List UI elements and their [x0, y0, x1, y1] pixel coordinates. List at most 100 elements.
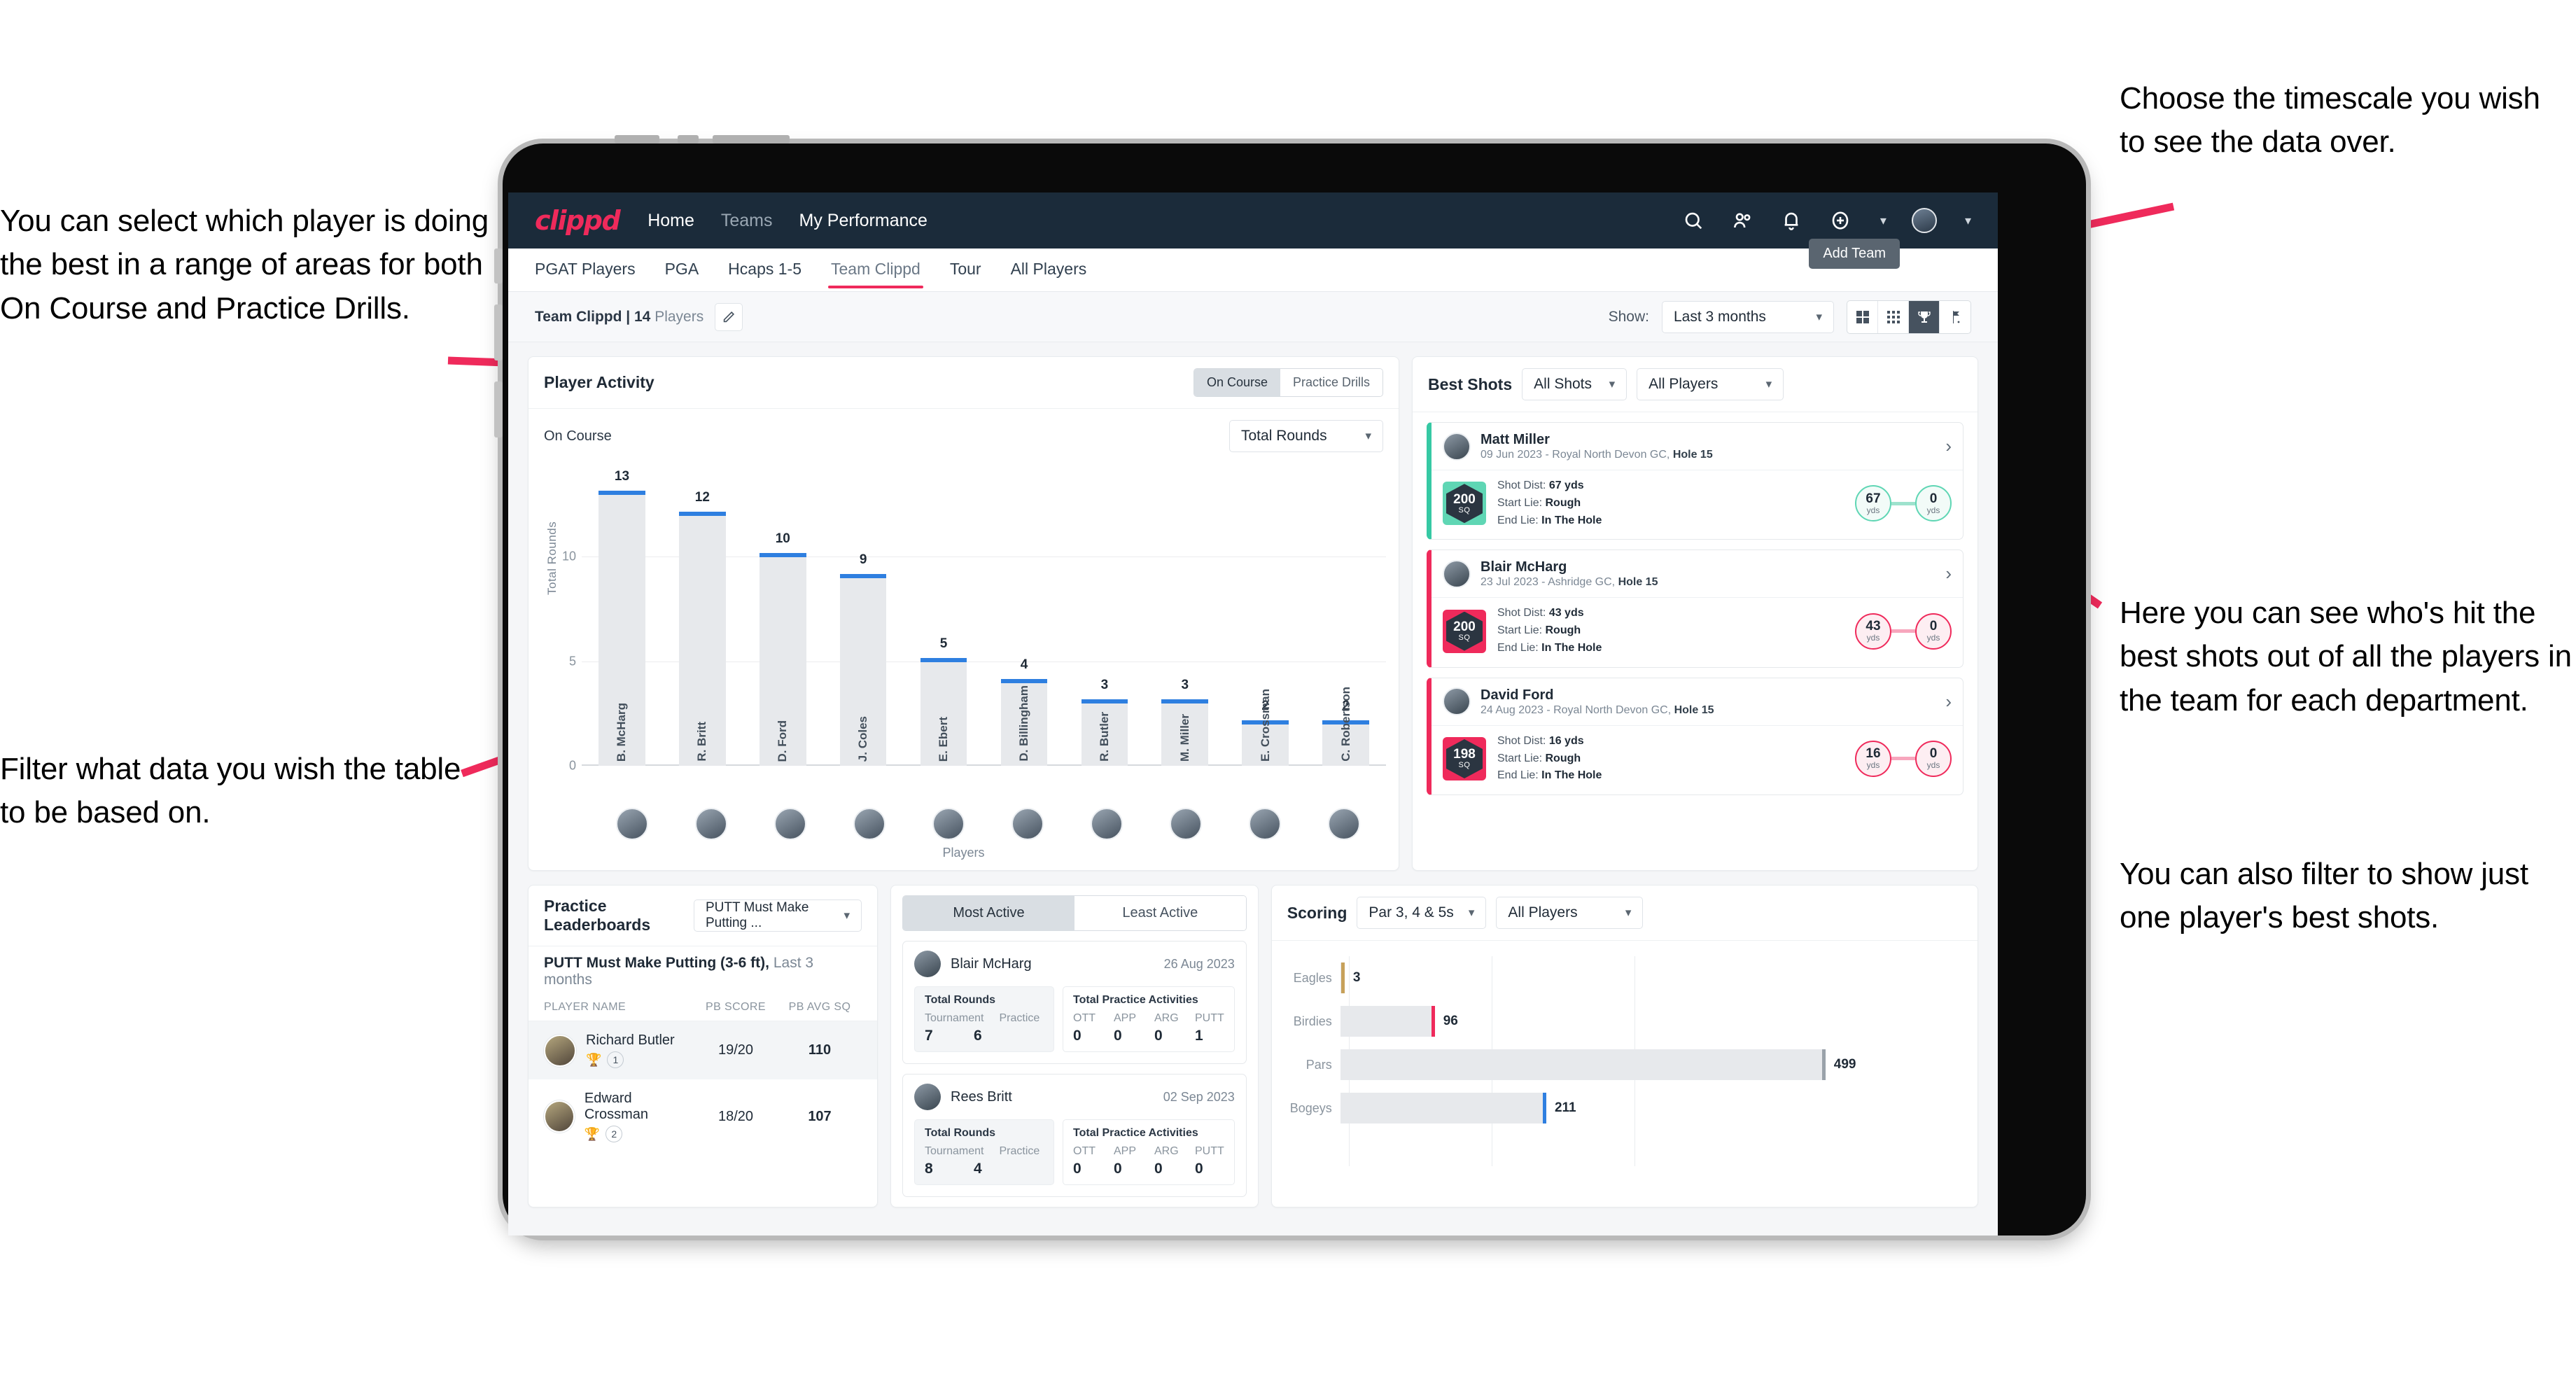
player-avatar[interactable]: [751, 808, 830, 840]
column-label: PUTT: [1195, 1012, 1224, 1024]
bar-column[interactable]: 3 R. Butler: [1064, 473, 1144, 766]
table-row[interactable]: Edward Crossman 🏆 2 18/20 107: [528, 1079, 877, 1154]
grid-large-icon[interactable]: [1847, 300, 1878, 333]
value: 1: [1195, 1028, 1203, 1044]
distance-from: 16 yds: [1855, 740, 1891, 777]
bar-column[interactable]: 4 D. Billingham: [984, 473, 1065, 766]
app-screen: clippd Home Teams My Performance ▾ ▾ PGA…: [508, 192, 1998, 1236]
best-shots-player-filter[interactable]: All Players ▾: [1637, 368, 1784, 400]
activity-card-header: Rees Britt 02 Sep 2023: [903, 1074, 1246, 1119]
scoring-track: 3: [1340, 956, 1961, 1000]
avatar: [1011, 808, 1044, 840]
player-avatar[interactable]: [1225, 808, 1304, 840]
grid-small-icon[interactable]: [1878, 300, 1909, 333]
drill-select[interactable]: PUTT Must Make Putting ... ▾: [693, 899, 862, 932]
plus-circle-icon[interactable]: [1828, 209, 1852, 232]
player-avatar[interactable]: [1304, 808, 1383, 840]
chevron-down-icon-profile[interactable]: ▾: [1965, 214, 1971, 228]
player-avatar[interactable]: [988, 808, 1068, 840]
timescale-select[interactable]: Last 3 months ▾: [1662, 300, 1834, 333]
distance-to-unit: yds: [1926, 505, 1940, 515]
chevron-right-icon[interactable]: ›: [1945, 691, 1952, 713]
total-rounds-title: Total Rounds: [925, 1127, 996, 1139]
team-count: 14: [634, 308, 651, 325]
best-shot-card[interactable]: Matt Miller 09 Jun 2023 - Royal North Dev…: [1427, 422, 1963, 540]
activity-card-body: Total Rounds Tournament Practice 8 4 Total Pr…: [903, 1119, 1246, 1196]
distance-dumbbell: 43 yds 0 yds: [1855, 612, 1952, 650]
player-avatar[interactable]: [909, 808, 988, 840]
total-rounds-values: 76: [925, 1028, 1044, 1044]
activity-player-card[interactable]: Rees Britt 02 Sep 2023 Total Rounds Tournam…: [902, 1074, 1247, 1197]
scoring-par-filter[interactable]: Par 3, 4 & 5s ▾: [1357, 897, 1487, 929]
tab-pgat-players[interactable]: PGAT Players: [535, 250, 636, 290]
tab-all-players[interactable]: All Players: [1011, 250, 1087, 290]
player-avatar[interactable]: [593, 808, 672, 840]
segment-practice-drills[interactable]: Practice Drills: [1280, 369, 1382, 396]
avatar: [544, 1100, 575, 1133]
bar-column[interactable]: 13 B. McHarg: [582, 469, 662, 766]
bar-column[interactable]: 2 E. Crossman: [1225, 473, 1306, 766]
bar-category-label: J. Coles: [856, 715, 870, 762]
bar-column[interactable]: 3 M. Miller: [1144, 473, 1225, 766]
player-avatar[interactable]: [1067, 808, 1146, 840]
bar-value: 10: [775, 531, 790, 547]
practice-columns: OTT APP ARG PUTT: [1073, 1145, 1224, 1158]
avatar: [1169, 808, 1202, 840]
player-avatar[interactable]: [830, 808, 909, 840]
flag-icon[interactable]: [1940, 301, 1970, 333]
best-shot-meta: 23 Jul 2023 - Ashridge GC, Hole 15: [1480, 576, 1658, 589]
trophy-icon[interactable]: [1909, 300, 1940, 333]
pb-avg-sq-cell: 107: [808, 1108, 832, 1124]
column-label: Practice: [999, 1012, 1040, 1024]
bar-column[interactable]: 12 R. Britt: [662, 473, 743, 766]
nav-item-home[interactable]: Home: [648, 211, 694, 231]
avatar: [1248, 808, 1281, 840]
scoring-player-filter[interactable]: All Players ▾: [1496, 897, 1644, 929]
player-avatar[interactable]: [1146, 808, 1225, 840]
table-row[interactable]: Richard Butler 🏆 1 19/20 110: [528, 1021, 877, 1079]
bar-column[interactable]: 10 D. Ford: [743, 473, 823, 766]
show-label: Show:: [1608, 308, 1649, 325]
best-shots-shot-filter[interactable]: All Shots ▾: [1522, 368, 1628, 400]
scoring-bar: [1340, 1049, 1824, 1080]
chevron-down-icon-add[interactable]: ▾: [1880, 214, 1886, 228]
search-icon[interactable]: [1681, 209, 1705, 232]
tab-least-active[interactable]: Least Active: [1074, 896, 1246, 930]
bar-column[interactable]: 2 C. Robertson: [1306, 473, 1386, 766]
bar-column[interactable]: 9 J. Coles: [823, 473, 904, 766]
clippd-logo[interactable]: clippd: [535, 205, 621, 236]
tab-hcaps-1-5[interactable]: Hcaps 1-5: [728, 250, 802, 290]
bell-icon[interactable]: [1779, 209, 1803, 232]
scoring-bar-cap: [1340, 962, 1345, 993]
segment-on-course[interactable]: On Course: [1194, 369, 1280, 396]
people-icon[interactable]: [1730, 209, 1754, 232]
edit-team-button[interactable]: [715, 302, 743, 331]
shot-quality-badge: 200 SQ: [1443, 609, 1486, 653]
activity-player-card[interactable]: Blair McHarg 26 Aug 2023 Total Rounds Tourn…: [902, 941, 1247, 1064]
tab-team-clippd[interactable]: Team Clippd: [828, 250, 923, 290]
practice-leaderboards-card: Practice Leaderboards PUTT Must Make Put…: [528, 885, 878, 1208]
chevron-down-icon: ▾: [1468, 906, 1475, 919]
best-shot-card[interactable]: David Ford 24 Aug 2023 - Royal North Devo…: [1427, 677, 1963, 796]
avatar[interactable]: [1911, 208, 1937, 233]
bar-category-label: D. Ford: [776, 720, 790, 762]
avatar: [774, 808, 807, 840]
chevron-right-icon[interactable]: ›: [1945, 563, 1952, 584]
player-avatar[interactable]: [672, 808, 751, 840]
page-toolbar: Team Clippd | 14 Players Show: Last 3 mo…: [508, 292, 1998, 342]
tab-most-active[interactable]: Most Active: [903, 896, 1074, 930]
chevron-right-icon[interactable]: ›: [1945, 435, 1952, 457]
nav-item-my-performance[interactable]: My Performance: [799, 211, 927, 231]
bar-column[interactable]: 5 E. Ebert: [904, 473, 984, 766]
tab-tour[interactable]: Tour: [950, 250, 981, 290]
distance-from: 67 yds: [1855, 485, 1891, 522]
column-label: Tournament: [925, 1012, 984, 1024]
tab-pga[interactable]: PGA: [665, 250, 699, 290]
value: 6: [974, 1028, 982, 1044]
device-button-side-2: [494, 304, 503, 360]
best-shot-card[interactable]: Blair McHarg 23 Jul 2023 - Ashridge GC, H…: [1427, 550, 1963, 668]
activity-card-list: Blair McHarg 26 Aug 2023 Total Rounds Tourn…: [891, 941, 1258, 1197]
nav-item-teams[interactable]: Teams: [721, 211, 773, 231]
metric-select[interactable]: Total Rounds ▾: [1229, 420, 1383, 452]
chevron-down-icon: ▾: [1365, 429, 1371, 442]
